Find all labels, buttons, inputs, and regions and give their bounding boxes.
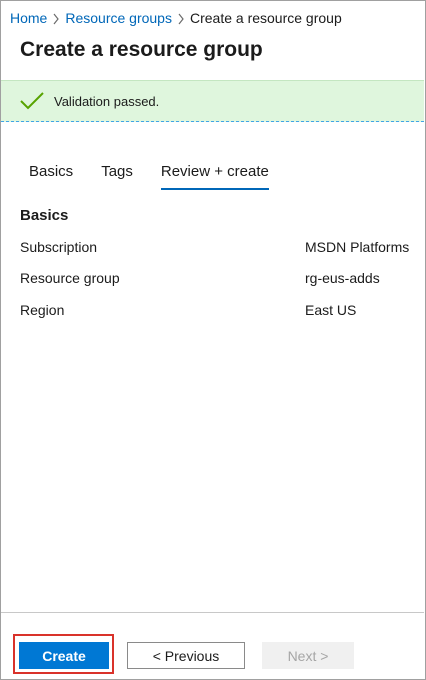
previous-button[interactable]: < Previous — [127, 642, 245, 669]
tab-review-create[interactable]: Review + create — [160, 163, 269, 190]
footer-divider — [1, 612, 424, 613]
summary-value: MSDN Platforms — [305, 239, 410, 255]
summary-row-subscription: Subscription MSDN Platforms — [20, 239, 426, 257]
chevron-right-icon — [47, 9, 65, 27]
tab-basics[interactable]: Basics — [29, 163, 73, 190]
breadcrumb: Home Resource groups Create a resource g… — [10, 9, 342, 27]
validation-message: Validation passed. — [54, 94, 160, 109]
tab-bar: Basics Tags Review + create — [29, 163, 297, 190]
checkmark-icon — [19, 91, 45, 111]
summary-row-region: Region East US — [20, 302, 426, 320]
tab-tags[interactable]: Tags — [101, 163, 133, 190]
validation-banner: Validation passed. — [1, 80, 424, 122]
chevron-right-icon — [172, 9, 190, 27]
summary-value: rg-eus-adds — [305, 270, 380, 286]
section-heading: Basics — [20, 207, 69, 224]
summary-label: Region — [20, 302, 65, 318]
summary-value: East US — [305, 302, 357, 318]
breadcrumb-resource-groups-link[interactable]: Resource groups — [65, 9, 172, 27]
page-title: Create a resource group — [20, 38, 263, 61]
next-button: Next > — [262, 642, 354, 669]
summary-label: Resource group — [20, 270, 120, 286]
breadcrumb-home-link[interactable]: Home — [10, 9, 47, 27]
create-button[interactable]: Create — [19, 642, 109, 669]
summary-label: Subscription — [20, 239, 98, 255]
summary-row-resource-group: Resource group rg-eus-adds — [20, 270, 426, 288]
breadcrumb-current: Create a resource group — [189, 10, 342, 26]
